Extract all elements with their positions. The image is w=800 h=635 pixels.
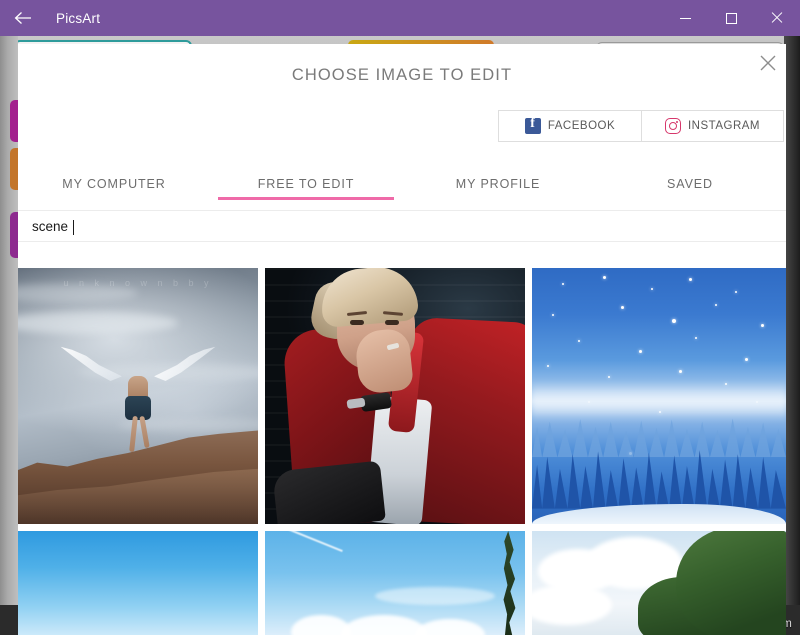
text-cursor xyxy=(73,220,74,235)
facebook-import-button[interactable]: FACEBOOK xyxy=(499,111,641,141)
result-tile-winged-figure-on-cliff[interactable]: u n k n o w n b b y xyxy=(18,268,258,524)
window-titlebar: PicsArt xyxy=(0,0,800,36)
tile-artwork xyxy=(532,531,786,635)
instagram-label: INSTAGRAM xyxy=(687,120,760,132)
back-arrow-icon[interactable] xyxy=(0,0,46,36)
tile-artwork xyxy=(532,268,786,524)
result-tile-green-cliff-with-clouds[interactable] xyxy=(532,531,786,635)
result-tile-clear-blue-sky[interactable] xyxy=(18,531,258,635)
search-input[interactable] xyxy=(18,211,786,241)
social-import-group: FACEBOOK INSTAGRAM xyxy=(498,110,784,142)
maximize-button[interactable] xyxy=(708,0,754,36)
screen: wsxdn.com PicsArt CHOOSE IMAGE TO EDIT F… xyxy=(0,0,800,635)
result-tile-sky-with-clouds-and-contrail[interactable] xyxy=(265,531,525,635)
tab-label: MY COMPUTER xyxy=(62,177,166,191)
tab-underline xyxy=(218,197,394,200)
tile-artwork xyxy=(18,531,258,635)
instagram-import-button[interactable]: INSTAGRAM xyxy=(641,111,783,141)
tab-saved[interactable]: SAVED xyxy=(594,162,786,206)
tile-artwork: u n k n o w n b b y xyxy=(18,268,258,524)
instagram-icon xyxy=(664,118,681,134)
tab-free-to-edit[interactable]: FREE TO EDIT xyxy=(210,162,402,206)
window-title: PicsArt xyxy=(56,10,101,26)
choose-image-dialog: CHOOSE IMAGE TO EDIT FACEBOOK INSTAGRAM … xyxy=(18,44,786,635)
facebook-icon xyxy=(524,116,541,134)
search-bar xyxy=(18,210,786,242)
image-results-grid: u n k n o w n b b y xyxy=(18,268,786,635)
app-left-rail xyxy=(0,36,26,635)
app-right-edge xyxy=(784,36,800,635)
close-button[interactable] xyxy=(754,0,800,36)
facebook-label: FACEBOOK xyxy=(547,120,616,132)
grid-row xyxy=(18,531,786,635)
tile-artwork xyxy=(265,531,525,635)
source-tabs: MY COMPUTER FREE TO EDIT MY PROFILE SAVE… xyxy=(18,162,786,206)
minimize-button[interactable] xyxy=(662,0,708,36)
image-watermark: u n k n o w n b b y xyxy=(63,278,213,288)
tile-artwork xyxy=(265,268,525,524)
tab-my-computer[interactable]: MY COMPUTER xyxy=(18,162,210,206)
result-tile-starry-winter-forest[interactable] xyxy=(532,268,786,524)
dialog-title: CHOOSE IMAGE TO EDIT xyxy=(291,66,513,84)
tab-my-profile[interactable]: MY PROFILE xyxy=(402,162,594,206)
tab-label: MY PROFILE xyxy=(455,177,541,191)
result-tile-portrait-red-velvet-jacket[interactable] xyxy=(265,268,525,524)
tab-label: SAVED xyxy=(667,177,713,191)
grid-row: u n k n o w n b b y xyxy=(18,268,786,524)
tab-label: FREE TO EDIT xyxy=(257,177,355,191)
